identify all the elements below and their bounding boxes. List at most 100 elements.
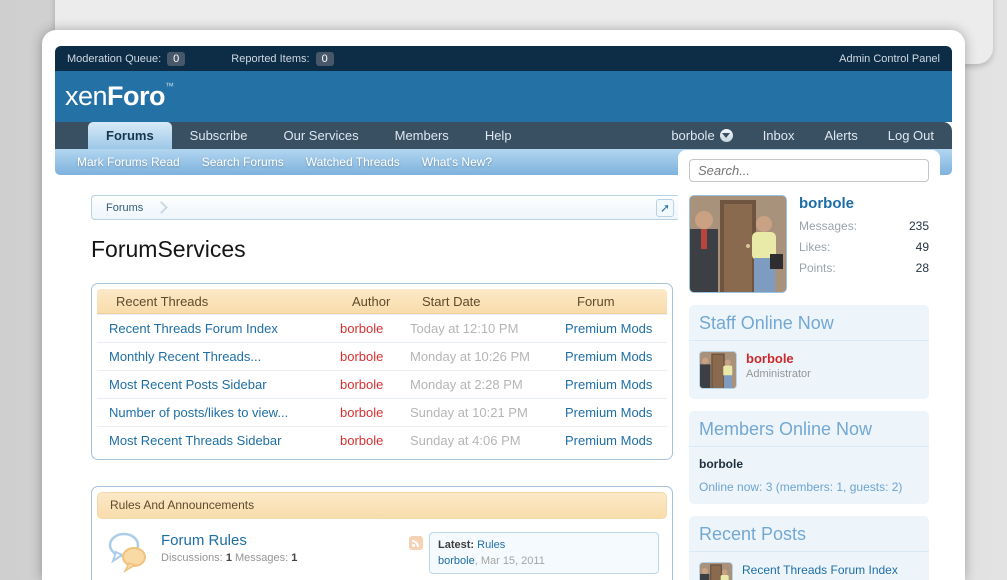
breadcrumb-forums[interactable]: Forums <box>106 202 143 214</box>
recent-post-item: Recent Threads Forum Index borbole - Tod… <box>699 562 919 580</box>
staff-username-link[interactable]: borbole <box>746 351 811 366</box>
likes-stat-value: 49 <box>916 240 929 254</box>
thread-author-link[interactable]: borbole <box>328 433 398 448</box>
thread-forum-link[interactable]: Premium Mods <box>553 433 667 448</box>
member-username-link[interactable]: borbole <box>699 457 919 471</box>
staff-avatar[interactable] <box>699 351 737 389</box>
watched-threads-link[interactable]: Watched Threads <box>295 155 411 169</box>
forum-node-stats: Discussions: 1 Messages: 1 <box>161 552 297 564</box>
thread-title-link[interactable]: Recent Threads Forum Index <box>97 321 328 336</box>
thread-date: Monday at 10:26 PM <box>398 349 553 364</box>
thread-author-link[interactable]: borbole <box>328 377 398 392</box>
visitor-username-link[interactable]: borbole <box>799 195 929 212</box>
logout-link[interactable]: Log Out <box>888 128 934 143</box>
recent-posts-heading: Recent Posts <box>689 516 929 552</box>
messages-stat-label: Messages: <box>799 219 857 233</box>
tab-members[interactable]: Members <box>377 122 467 149</box>
discussions-label: Discussions: <box>161 552 223 564</box>
thread-author-link[interactable]: borbole <box>328 349 398 364</box>
staff-online-section: Staff Online Now <box>689 305 929 399</box>
main-content: Forums ➚ ForumServices Recent Threads Au… <box>55 175 715 580</box>
members-online-heading: Members Online Now <box>689 411 929 447</box>
moderation-queue-label: Moderation Queue: <box>67 53 161 65</box>
logo-xen: xen <box>65 81 107 111</box>
inbox-link[interactable]: Inbox <box>763 128 795 143</box>
likes-stat-label: Likes: <box>799 240 830 254</box>
online-now-summary: Online now: 3 (members: 1, guests: 2) <box>699 480 919 494</box>
thread-row: Most Recent Posts Sidebar borbole Monday… <box>97 370 667 398</box>
moderation-queue-count-badge[interactable]: 0 <box>167 52 185 66</box>
search-forums-link[interactable]: Search Forums <box>191 155 295 169</box>
site-header: xenForo™ <box>55 71 952 122</box>
col-start-date: Start Date <box>410 289 565 314</box>
rss-feed-icon[interactable] <box>409 536 423 550</box>
recent-posts-section: Recent Posts <box>689 516 929 580</box>
visitor-panel: borbole Messages: 235 Likes: 49 Points: … <box>689 195 929 293</box>
staff-user-row: borbole Administrator <box>699 351 919 389</box>
tab-help[interactable]: Help <box>467 122 530 149</box>
recent-post-avatar[interactable] <box>699 562 733 580</box>
sidebar: borbole Messages: 235 Likes: 49 Points: … <box>678 150 940 580</box>
account-dropdown-icon[interactable] <box>720 129 733 142</box>
stat-row: Likes: 49 <box>799 240 929 254</box>
latest-author-link[interactable]: borbole <box>438 555 475 567</box>
mark-forums-read-link[interactable]: Mark Forums Read <box>66 155 191 169</box>
thread-title-link[interactable]: Number of posts/likes to view... <box>97 405 328 420</box>
avatar[interactable] <box>689 195 787 293</box>
reported-items-count-badge[interactable]: 0 <box>316 52 334 66</box>
thread-author-link[interactable]: borbole <box>328 405 398 420</box>
col-forum: Forum <box>565 289 667 314</box>
messages-label: Messages: <box>235 552 288 564</box>
messages-value: 1 <box>291 552 297 564</box>
thread-forum-link[interactable]: Premium Mods <box>553 349 667 364</box>
breadcrumb: Forums ➚ <box>91 195 681 220</box>
recent-threads-box: Recent Threads Author Start Date Forum R… <box>91 283 673 460</box>
whats-new-link[interactable]: What's New? <box>411 155 503 169</box>
account-menu: borbole Inbox Alerts Log Out <box>641 122 934 149</box>
forum-node-row: Forum Rules Discussions: 1 Messages: 1 L… <box>97 519 667 580</box>
thread-title-link[interactable]: Monthly Recent Threads... <box>97 349 328 364</box>
visitor-stats: borbole Messages: 235 Likes: 49 Points: … <box>799 195 929 293</box>
rules-announcements-box: Rules And Announcements Forum Rules Disc… <box>91 486 673 580</box>
thread-date: Sunday at 4:06 PM <box>398 433 553 448</box>
forum-node-info: Forum Rules Discussions: 1 Messages: 1 <box>161 532 297 564</box>
thread-row: Most Recent Threads Sidebar borbole Sund… <box>97 426 667 454</box>
points-stat-value: 28 <box>916 261 929 275</box>
thread-title-link[interactable]: Most Recent Posts Sidebar <box>97 377 328 392</box>
recent-post-title-link[interactable]: Recent Threads Forum Index <box>742 562 898 578</box>
tab-forums[interactable]: Forums <box>88 122 172 149</box>
thread-date: Sunday at 10:21 PM <box>398 405 553 420</box>
admin-control-panel-link[interactable]: Admin Control Panel <box>839 53 940 65</box>
logo-trademark: ™ <box>165 81 174 91</box>
search-input[interactable] <box>689 159 929 182</box>
discussions-value: 1 <box>226 552 232 564</box>
moderation-queue-link[interactable]: Moderation Queue: 0 <box>67 52 185 66</box>
thread-date: Today at 12:10 PM <box>398 321 553 336</box>
thread-author-link[interactable]: borbole <box>328 321 398 336</box>
alerts-link[interactable]: Alerts <box>825 128 858 143</box>
account-username-menu[interactable]: borbole <box>671 128 732 143</box>
col-author: Author <box>340 289 410 314</box>
tab-our-services[interactable]: Our Services <box>265 122 376 149</box>
thread-title-link[interactable]: Most Recent Threads Sidebar <box>97 433 328 448</box>
stat-row: Points: 28 <box>799 261 929 275</box>
stat-row: Messages: 235 <box>799 219 929 233</box>
tab-subscribe[interactable]: Subscribe <box>172 122 266 149</box>
points-stat-label: Points: <box>799 261 836 275</box>
latest-label: Latest: <box>438 539 474 551</box>
forum-rules-link[interactable]: Forum Rules <box>161 532 297 549</box>
thread-date: Monday at 2:28 PM <box>398 377 553 392</box>
latest-thread-link[interactable]: Rules <box>477 539 505 551</box>
avatar-photo <box>690 196 786 292</box>
thread-forum-link[interactable]: Premium Mods <box>553 321 667 336</box>
thread-row: Monthly Recent Threads... borbole Monday… <box>97 342 667 370</box>
reported-items-link[interactable]: Reported Items: 0 <box>231 52 333 66</box>
col-recent-threads: Recent Threads <box>109 289 340 314</box>
moderation-bar: Moderation Queue: 0 Reported Items: 0 Ad… <box>55 46 952 71</box>
jump-to-top-icon[interactable]: ➚ <box>656 199 674 217</box>
latest-date: , Mar 15, 2011 <box>475 555 545 567</box>
thread-forum-link[interactable]: Premium Mods <box>553 377 667 392</box>
thread-row: Recent Threads Forum Index borbole Today… <box>97 314 667 342</box>
xenforo-logo[interactable]: xenForo™ <box>65 81 174 112</box>
thread-forum-link[interactable]: Premium Mods <box>553 405 667 420</box>
